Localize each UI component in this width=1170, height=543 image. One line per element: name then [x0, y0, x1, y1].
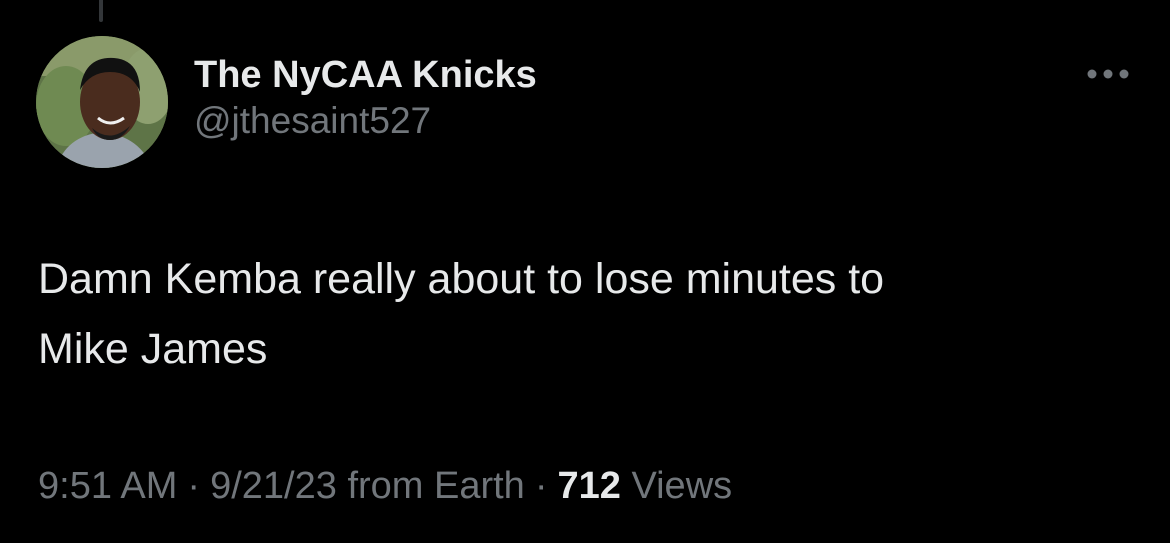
views-label: Views [631, 465, 733, 507]
more-horizontal-icon [1087, 69, 1129, 79]
tweet-date[interactable]: 9/21/23 [210, 465, 337, 507]
separator: · [534, 465, 548, 507]
thread-connector-line [99, 0, 103, 22]
tweet-time[interactable]: 9:51 AM [38, 465, 177, 507]
display-name[interactable]: The NyCAA Knicks [194, 52, 537, 98]
tweet-source: from Earth [347, 465, 525, 507]
tweet-metadata: 9:51 AM · 9/21/23 from Earth · 712 Views [38, 458, 732, 514]
tweet-text: Damn Kemba really about to lose minutes … [38, 244, 1128, 384]
tweet-author[interactable]: The NyCAA Knicks @jthesaint527 [194, 52, 537, 144]
tweet-text-line: Damn Kemba really about to lose minutes … [38, 255, 885, 303]
tweet-text-line: Mike James [38, 325, 268, 373]
separator: · [187, 465, 201, 507]
views-count[interactable]: 712 [557, 465, 620, 507]
avatar[interactable] [36, 36, 168, 168]
avatar-photo [36, 36, 168, 168]
more-options-button[interactable] [1082, 56, 1134, 92]
user-handle[interactable]: @jthesaint527 [194, 98, 537, 144]
